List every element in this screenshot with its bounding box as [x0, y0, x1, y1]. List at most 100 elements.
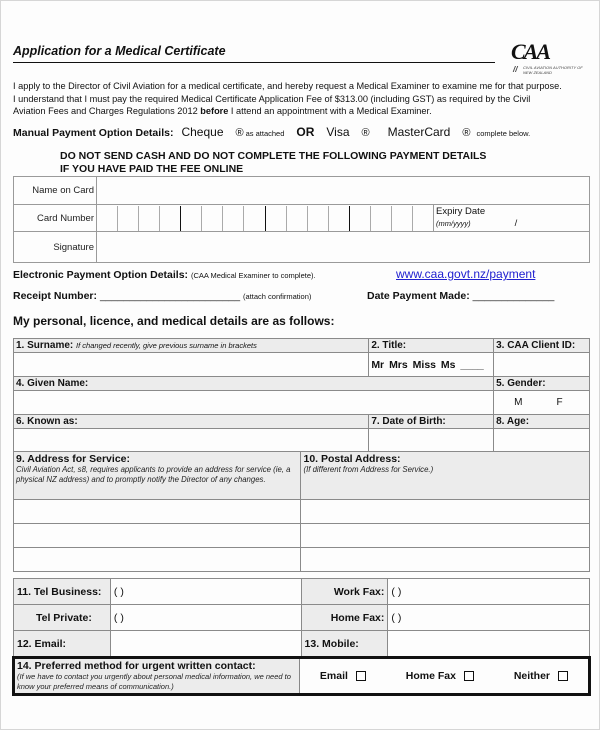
- age-label: 8. Age:: [493, 414, 590, 429]
- client-id-field[interactable]: [493, 352, 590, 377]
- digit-box[interactable]: [97, 205, 119, 231]
- postal-address-line[interactable]: [300, 499, 590, 524]
- title-options[interactable]: Mr Mrs Miss Ms ____: [368, 352, 495, 377]
- digit-box[interactable]: [244, 205, 266, 231]
- given-name-field[interactable]: [12, 390, 495, 415]
- digit-box[interactable]: [350, 205, 371, 231]
- tel-private-label: Tel Private:: [13, 604, 111, 631]
- intro-line-2: I understand that I must pay the require…: [13, 93, 531, 104]
- digit-box[interactable]: [139, 205, 161, 231]
- personal-details-heading: My personal, licence, and medical detail…: [13, 314, 335, 328]
- service-address-line[interactable]: [12, 499, 302, 524]
- or-label: OR: [296, 125, 315, 139]
- title-label: 2. Title:: [368, 338, 495, 353]
- gender-label: 5. Gender:: [493, 376, 590, 391]
- payment-warning: DO NOT SEND CASH AND DO NOT COMPLETE THE…: [60, 150, 487, 175]
- tel-business-label: 11. Tel Business:: [13, 578, 111, 605]
- visa-option[interactable]: Visa: [326, 125, 349, 139]
- dob-label: 7. Date of Birth:: [368, 414, 495, 429]
- postal-address-line[interactable]: [300, 547, 590, 572]
- card-number-field[interactable]: [96, 204, 434, 232]
- name-on-card-label: Name on Card: [13, 176, 97, 205]
- option-email[interactable]: Email: [320, 670, 366, 682]
- name-on-card-field[interactable]: [96, 176, 590, 205]
- digit-box[interactable]: [118, 205, 140, 231]
- work-fax-label: Work Fax:: [300, 578, 389, 605]
- known-as-label: 6. Known as:: [12, 414, 370, 429]
- intro-paragraph: I apply to the Director of Civil Aviatio…: [13, 80, 593, 118]
- expiry-date-label: Expiry Date: [436, 206, 486, 217]
- cheque-option[interactable]: Cheque: [181, 125, 223, 139]
- service-address-line[interactable]: [12, 523, 302, 548]
- surname-field[interactable]: [12, 352, 370, 377]
- digit-box[interactable]: [266, 205, 287, 231]
- logo-slash-icon: //: [513, 65, 518, 74]
- caa-logo: CAA // Civil Aviation Authority of New Z…: [509, 39, 589, 79]
- mobile-field[interactable]: [387, 630, 590, 657]
- digit-box[interactable]: [202, 205, 224, 231]
- payment-link[interactable]: www.caa.govt.nz/payment: [396, 267, 535, 281]
- neither-checkbox[interactable]: [558, 671, 569, 681]
- signature-field[interactable]: [96, 231, 590, 263]
- digit-box[interactable]: [371, 205, 392, 231]
- postal-address-label: 10. Postal Address: (If different from Ad…: [300, 451, 590, 500]
- digit-box[interactable]: [392, 205, 413, 231]
- gender-m[interactable]: M: [514, 397, 522, 408]
- digit-box[interactable]: [329, 205, 350, 231]
- digit-box[interactable]: [413, 206, 433, 231]
- digit-box[interactable]: [181, 205, 203, 231]
- intro-line-3: Aviation Fees and Charges Regulations 20…: [13, 106, 432, 117]
- preferred-contact-options: Email Home Fax Neither: [300, 658, 590, 695]
- service-address-line[interactable]: [12, 547, 302, 572]
- digit-box[interactable]: [287, 205, 308, 231]
- preferred-contact-label: 14. Preferred method for urgent written …: [13, 657, 300, 695]
- caa-logo-mark: CAA: [511, 39, 551, 64]
- address-for-service-label: 9. Address for Service: Civil Aviation Ac…: [12, 451, 302, 500]
- receipt-number-row: Receipt Number: ________________________…: [13, 290, 312, 302]
- option-neither[interactable]: Neither: [514, 670, 569, 682]
- tel-business-field[interactable]: ( ): [109, 578, 302, 605]
- home-fax-label: Home Fax:: [300, 604, 389, 631]
- digit-box[interactable]: [308, 205, 329, 231]
- home-fax-checkbox[interactable]: [463, 671, 474, 681]
- document-page: Application for a Medical Certificate CA…: [0, 0, 600, 730]
- cheque-checkbox-icon[interactable]: ®: [236, 127, 244, 139]
- home-fax-field[interactable]: ( ): [387, 604, 590, 631]
- gender-f[interactable]: F: [556, 397, 562, 408]
- card-details-table: Name on Card Card Number Expiry Date (mm…: [13, 176, 590, 263]
- mobile-label: 13. Mobile:: [300, 630, 389, 657]
- mastercard-checkbox-icon[interactable]: ®: [462, 127, 470, 139]
- card-number-boxes[interactable]: [97, 205, 433, 231]
- manual-payment-row: Manual Payment Option Details: Cheque ® …: [13, 125, 530, 139]
- date-payment-row: Date Payment Made: ______________: [367, 290, 555, 302]
- form-title: Application for a Medical Certificate: [13, 44, 226, 58]
- card-number-label: Card Number: [13, 204, 97, 232]
- digit-box[interactable]: [160, 205, 182, 231]
- work-fax-field[interactable]: ( ): [387, 578, 590, 605]
- date-payment-field[interactable]: ______________: [473, 290, 555, 302]
- tel-private-field[interactable]: ( ): [109, 604, 302, 631]
- intro-line-1: I apply to the Director of Civil Aviatio…: [13, 81, 562, 91]
- surname-label: 1. Surname: If changed recently, give pr…: [12, 338, 370, 353]
- expiry-date-field[interactable]: Expiry Date (mm/yyyy) /: [433, 204, 590, 232]
- option-home-fax[interactable]: Home Fax: [406, 670, 474, 682]
- as-attached-note: as attached: [245, 129, 285, 138]
- personal-details-table: 1. Surname: If changed recently, give pr…: [12, 338, 590, 455]
- email-checkbox[interactable]: [355, 671, 366, 681]
- receipt-number-field[interactable]: ________________________: [100, 290, 240, 302]
- title-underline: [13, 62, 495, 63]
- gender-options[interactable]: MF: [493, 390, 590, 415]
- signature-label: Signature: [13, 231, 97, 263]
- client-id-label: 3. CAA Client ID:: [493, 338, 590, 353]
- email-field[interactable]: [109, 630, 302, 657]
- postal-address-line[interactable]: [300, 523, 590, 548]
- preferred-contact-table: 14. Preferred method for urgent written …: [12, 656, 591, 696]
- mastercard-option[interactable]: MasterCard: [388, 125, 451, 139]
- contact-table: 11. Tel Business: ( ) Work Fax: ( ) Tel …: [13, 578, 590, 657]
- address-table: 9. Address for Service: Civil Aviation Ac…: [12, 451, 590, 572]
- complete-below-note: complete below.: [476, 129, 531, 138]
- email-label: 12. Email:: [13, 630, 111, 657]
- electronic-payment-label: Electronic Payment Option Details: (CAA …: [13, 269, 316, 281]
- visa-checkbox-icon[interactable]: ®: [362, 127, 370, 139]
- digit-box[interactable]: [223, 205, 245, 231]
